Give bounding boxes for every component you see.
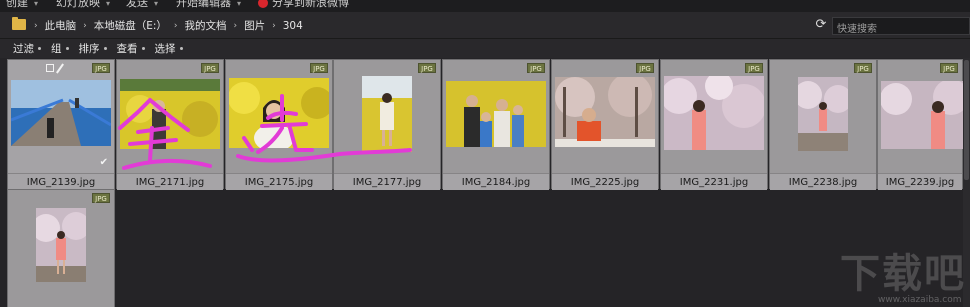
photo-thumbnail — [798, 77, 848, 151]
file-name: IMG_2177.jpg — [334, 173, 440, 190]
crumb-local-disk[interactable]: 本地磁盘（E:） — [94, 18, 167, 33]
jpg-badge: JPG — [201, 63, 219, 73]
thumbnail-tile-img-2139[interactable]: JPG ✔ IMG_2139.jpg — [7, 59, 115, 190]
chevron-down-icon: ▾ — [237, 0, 242, 8]
file-name: IMG_2231.jpg — [661, 173, 767, 190]
file-name: IMG_2139.jpg — [8, 173, 114, 190]
thumbnail-grid: JPG ✔ IMG_2139.jpg JPG IMG_2171.jpg JPG — [0, 58, 970, 307]
sort-dropdown[interactable]: 排序 — [79, 41, 107, 56]
view-dropdown[interactable]: 查看 — [117, 41, 145, 56]
jpg-badge: JPG — [940, 63, 958, 73]
file-name: IMG_2175.jpg — [226, 173, 332, 190]
group-dropdown[interactable]: 组 — [51, 41, 69, 56]
menu-send[interactable]: 发送 ▾ — [126, 0, 158, 10]
edit-pen-icon[interactable] — [56, 63, 64, 74]
chevron-right-icon[interactable]: › — [174, 21, 178, 31]
crumb-this-pc[interactable]: 此电脑 — [45, 18, 77, 33]
photo-thumbnail — [120, 79, 220, 149]
photo-thumbnail — [11, 80, 111, 146]
selected-check-icon: ✔ — [99, 157, 108, 168]
file-name: IMG_2225.jpg — [552, 173, 658, 190]
jpg-badge: JPG — [92, 63, 110, 73]
file-name: IMG_2239.jpg — [878, 173, 962, 190]
jpg-badge: JPG — [418, 63, 436, 73]
jpg-badge: JPG — [92, 193, 110, 203]
chevron-down-icon: ▾ — [34, 0, 39, 8]
chevron-down-icon: ▾ — [154, 0, 159, 8]
refresh-icon[interactable]: ⟳ — [814, 18, 828, 32]
thumbnail-tile-img-2175[interactable]: JPG IMG_2175.jpg — [225, 59, 333, 190]
address-bar: › 此电脑 › 本地磁盘（E:） › 我的文档 › 图片 › 304 ⟳ 快速搜… — [0, 12, 970, 39]
thumbnail-tile-img-2238[interactable]: JPG IMG_2238.jpg — [769, 59, 877, 190]
menu-editor[interactable]: 开始编辑器 ▾ — [176, 0, 241, 10]
crumb-my-documents[interactable]: 我的文档 — [185, 18, 227, 33]
file-name: IMG_2184.jpg — [443, 173, 549, 190]
chevron-down-icon: ▾ — [106, 0, 111, 8]
thumbnail-tile-img-2231[interactable]: JPG IMG_2231.jpg — [660, 59, 768, 190]
toolbar: 过滤 组 排序 查看 选择 — [0, 39, 970, 58]
photo-thumbnail — [555, 77, 655, 147]
file-name: IMG_2171.jpg — [117, 173, 223, 190]
dropdown-dot-icon — [103, 47, 107, 50]
chevron-right-icon: › — [34, 20, 38, 31]
menu-share-weibo[interactable]: 分享到新浪微博 — [258, 0, 349, 10]
photo-thumbnail — [229, 78, 329, 148]
thumbnail-tile-img-2239[interactable]: JPG IMG_2239.jpg — [877, 59, 967, 190]
jpg-badge: JPG — [310, 63, 328, 73]
watermark-logo: 下载吧 — [840, 251, 966, 297]
search-input[interactable]: 快速搜索 — [832, 17, 970, 35]
jpg-badge: JPG — [636, 63, 654, 73]
thumbnail-tile-img-2184[interactable]: JPG IMG_2184.jpg — [442, 59, 550, 190]
photo-thumbnail — [881, 81, 967, 149]
jpg-badge: JPG — [745, 63, 763, 73]
filter-dropdown[interactable]: 过滤 — [13, 41, 41, 56]
thumbnail-tile-img-2225[interactable]: JPG IMG_2225.jpg — [551, 59, 659, 190]
menu-slideshow[interactable]: 幻灯放映 ▾ — [56, 0, 110, 10]
watermark: 下载吧 www.xiazaiba.com — [840, 253, 970, 307]
breadcrumb: › 此电脑 › 本地磁盘（E:） › 我的文档 › 图片 › 304 — [34, 18, 303, 33]
photo-thumbnail — [446, 81, 546, 147]
dropdown-dot-icon — [65, 47, 69, 50]
photo-thumbnail — [664, 76, 764, 150]
search-placeholder: 快速搜索 — [837, 24, 877, 35]
crumb-304[interactable]: 304 — [283, 20, 303, 32]
weibo-icon — [258, 0, 268, 8]
checkbox-icon[interactable] — [46, 64, 54, 72]
select-dropdown[interactable]: 选择 — [155, 41, 183, 56]
dropdown-dot-icon — [141, 47, 145, 50]
thumbnail-tile-img-2171[interactable]: JPG IMG_2171.jpg — [116, 59, 224, 190]
chevron-right-icon[interactable]: › — [272, 21, 276, 31]
photo-thumbnail — [36, 208, 86, 282]
thumbnail-tile-img-2177[interactable]: JPG IMG_2177.jpg — [333, 59, 441, 190]
top-menu-bar: 创建 ▾ 幻灯放映 ▾ 发送 ▾ 开始编辑器 ▾ 分享到新浪微博 — [0, 0, 970, 12]
photo-thumbnail — [362, 76, 412, 152]
chevron-right-icon[interactable]: › — [83, 21, 87, 31]
scrollbar-thumb[interactable] — [964, 60, 969, 180]
crumb-pictures[interactable]: 图片 — [244, 18, 265, 33]
dropdown-dot-icon — [38, 47, 41, 50]
chevron-right-icon[interactable]: › — [234, 21, 238, 31]
jpg-badge: JPG — [527, 63, 545, 73]
watermark-url: www.xiazaiba.com — [878, 295, 962, 305]
dropdown-dot-icon — [179, 47, 183, 50]
menu-create[interactable]: 创建 ▾ — [6, 0, 38, 10]
thumbnail-tile-row2[interactable]: JPG — [7, 189, 115, 307]
jpg-badge: JPG — [854, 63, 872, 73]
folder-icon — [12, 17, 26, 30]
file-name: IMG_2238.jpg — [770, 173, 876, 190]
